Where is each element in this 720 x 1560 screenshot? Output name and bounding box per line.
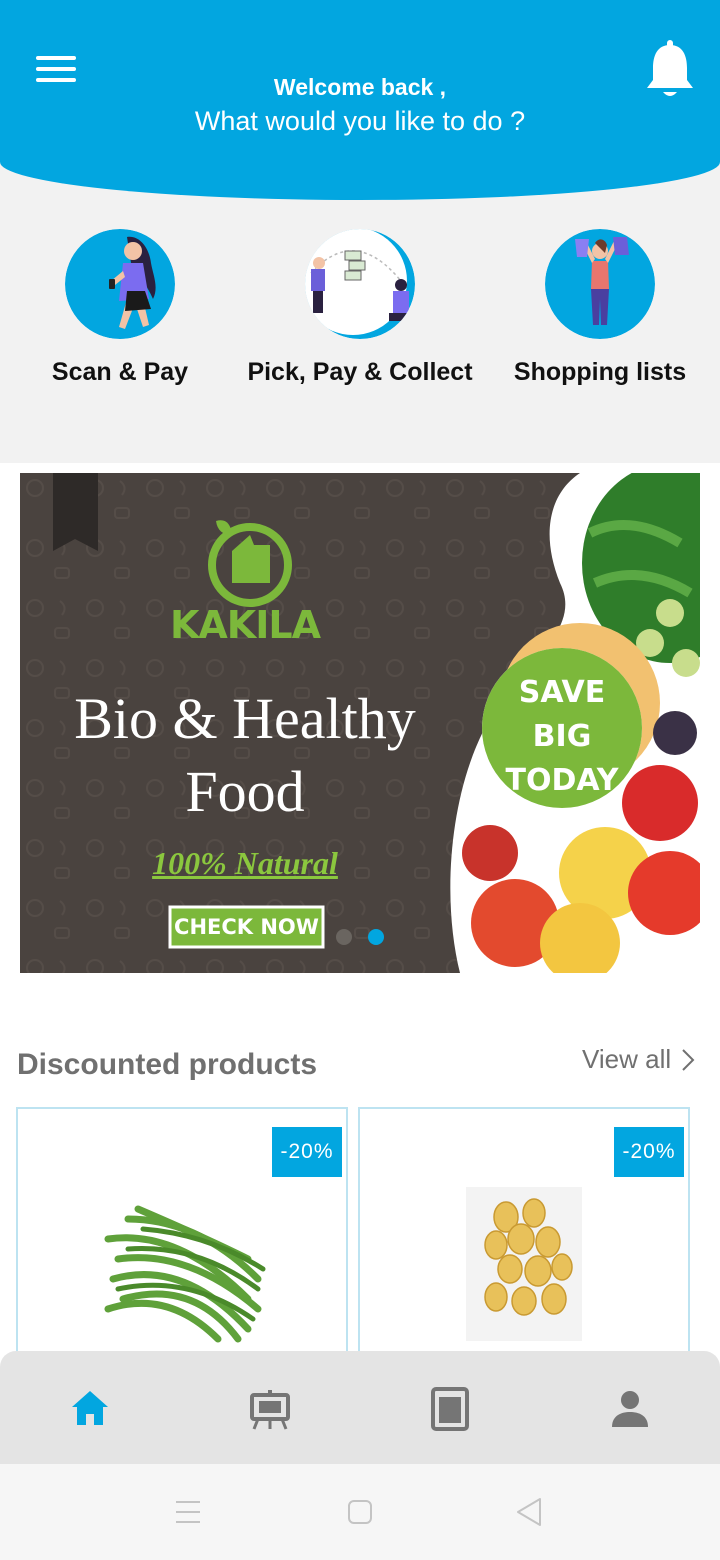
back-icon[interactable] [510,1492,550,1532]
recents-icon[interactable] [168,1492,208,1532]
system-nav-bar [0,1464,720,1560]
product-card[interactable]: -20% [358,1107,690,1367]
action-label: Scan & Pay [51,358,189,386]
banner-brand: KAKILA [169,603,321,647]
welcome-text: Welcome back , [273,74,447,100]
carousel-dot-1[interactable] [336,929,352,945]
app-header: Welcome back , What would you like to do… [0,0,720,200]
promo-line-1: SAVE [518,675,606,710]
carousel-dot-2[interactable] [368,929,384,945]
section-title: Discounted products [17,1048,318,1081]
promo-line-3: TODAY [505,763,619,798]
action-shopping-lists[interactable]: Shopping lists [480,229,720,387]
bottom-nav [0,1351,720,1464]
action-pick-pay-collect[interactable]: Pick, Pay & Collect [240,229,480,387]
home-icon[interactable] [68,1387,112,1431]
person-icon[interactable] [608,1387,652,1431]
chevron-right-icon [682,1048,695,1071]
product-card[interactable]: -20% [16,1107,348,1367]
potatoes-image [466,1187,582,1341]
home-square-icon[interactable] [340,1492,380,1532]
promo-line-2: BIG [532,719,592,754]
action-label: Shopping lists [513,358,687,386]
banner-headline-1: Bio & Healthy [74,686,416,751]
promo-badge: SAVE BIG TODAY [482,671,642,803]
shopping-lists-illustration [545,229,655,339]
discount-badge: -20% [272,1127,342,1177]
view-all-link[interactable]: View all [582,1044,695,1075]
check-now-button[interactable]: CHECK NOW [170,907,323,947]
discount-badge: -20% [614,1127,684,1177]
banner-tagline: 100% Natural [152,845,338,881]
bell-icon[interactable] [644,40,696,100]
action-label: Pick, Pay & Collect [247,358,473,386]
easel-icon[interactable] [248,1387,292,1431]
header-question: What would you like to do ? [194,106,526,136]
green-beans-image [104,1205,266,1343]
pick-pay-collect-illustration [305,229,415,339]
banner-headline-2: Food [185,759,305,824]
view-all-label: View all [582,1044,672,1074]
action-scan-pay[interactable]: Scan & Pay [0,229,240,387]
promo-banner[interactable]: KAKILA Bio & Healthy Food 100% Natural C… [20,473,700,973]
tablet-icon[interactable] [428,1387,472,1431]
scan-pay-illustration [65,229,175,339]
